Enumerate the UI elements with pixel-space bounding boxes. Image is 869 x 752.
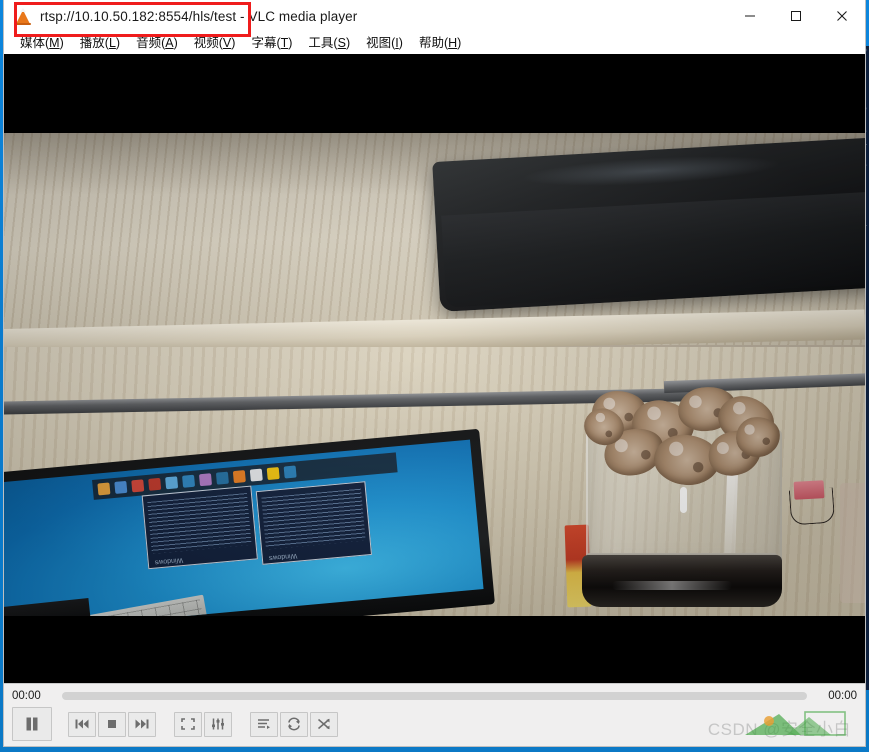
shuffle-icon [318, 718, 330, 730]
camera-scene: Windows Windows [4, 133, 865, 616]
play-pause-button[interactable] [12, 707, 52, 741]
menu-item-media[interactable]: 媒体(M) [12, 32, 72, 54]
menu-item-label: 工具( [308, 36, 338, 50]
menu-item-subtitle[interactable]: 字幕(T) [243, 32, 300, 54]
menu-item-mnemonic: L [108, 36, 116, 50]
menu-item-label: 播放( [79, 36, 109, 50]
menu-item-label: 视频( [193, 36, 223, 50]
elapsed-time-label: 00:00 [12, 690, 41, 702]
minimize-button[interactable] [727, 0, 773, 32]
pink-clip [793, 480, 825, 500]
transport-buttons [4, 706, 865, 742]
seek-bar[interactable] [62, 692, 807, 700]
window-thumbnail-2: Windows [255, 481, 372, 565]
glass-jar [576, 383, 788, 616]
menu-item-mnemonic: S [337, 36, 346, 50]
settings-button[interactable] [204, 711, 232, 737]
menu-item-tools[interactable]: 工具(S) [300, 32, 358, 54]
menu-item-help[interactable]: 帮助(H) [411, 32, 469, 54]
vlc-cone-icon [14, 7, 32, 25]
playlist-icon [258, 719, 270, 729]
window-thumbnail-1: Windows [141, 485, 258, 570]
loop-icon [288, 717, 300, 731]
black-electronic-device [432, 136, 865, 312]
playlist-button[interactable] [250, 711, 278, 737]
menu-bar: 媒体(M) 播放(L) 音频(A) 视频(V) 字幕(T) 工具(S) 视图(I) 帮助(H) [4, 32, 865, 54]
menu-item-mnemonic: A [165, 36, 174, 50]
menu-item-label: 音频( [136, 36, 166, 50]
stop-button[interactable] [98, 711, 126, 737]
maximize-button[interactable] [773, 0, 819, 32]
menu-item-video[interactable]: 视频(V) [186, 32, 244, 54]
menu-item-audio[interactable]: 音频(A) [128, 32, 186, 54]
seek-row: 00:00 00:00 [4, 684, 865, 706]
close-button[interactable] [819, 0, 865, 32]
title-bar: rtsp://10.10.50.182:8554/hls/test - VLC … [4, 0, 865, 37]
menu-item-view[interactable]: 视图(I) [358, 32, 411, 54]
menu-item-label: 媒体( [20, 36, 50, 50]
menu-item-mnemonic: H [448, 36, 458, 50]
pause-icon [26, 717, 38, 731]
video-display-area[interactable]: Windows Windows [4, 54, 865, 683]
previous-button[interactable] [68, 711, 96, 737]
menu-item-label: 字幕( [251, 36, 281, 50]
second-jar [840, 483, 865, 603]
fullscreen-button[interactable] [174, 711, 202, 737]
close-icon [837, 11, 847, 21]
menu-item-playback[interactable]: 播放(L) [72, 32, 128, 54]
playback-control-panel: 00:00 00:00 CSDN @安全小白 [4, 683, 865, 746]
next-button[interactable] [128, 711, 156, 737]
stop-icon [108, 720, 116, 728]
equalizer-icon [212, 718, 224, 730]
maximize-icon [791, 11, 801, 21]
menu-item-mnemonic: M [49, 36, 60, 50]
total-time-label: 00:00 [828, 690, 857, 702]
loop-button[interactable] [280, 711, 308, 737]
menu-item-label: 视图( [366, 36, 396, 50]
next-icon [135, 719, 149, 729]
menu-item-label: 帮助( [418, 36, 449, 50]
window-title: rtsp://10.10.50.182:8554/hls/test - VLC … [40, 8, 358, 24]
vlc-main-window: rtsp://10.10.50.182:8554/hls/test - VLC … [4, 0, 865, 746]
video-frame: Windows Windows [4, 133, 865, 616]
minimize-icon [745, 15, 755, 17]
menu-item-mnemonic: V [222, 36, 232, 50]
window-controls [727, 0, 865, 32]
previous-icon [75, 719, 89, 729]
shuffle-button[interactable] [310, 711, 338, 737]
fullscreen-icon [181, 718, 195, 730]
